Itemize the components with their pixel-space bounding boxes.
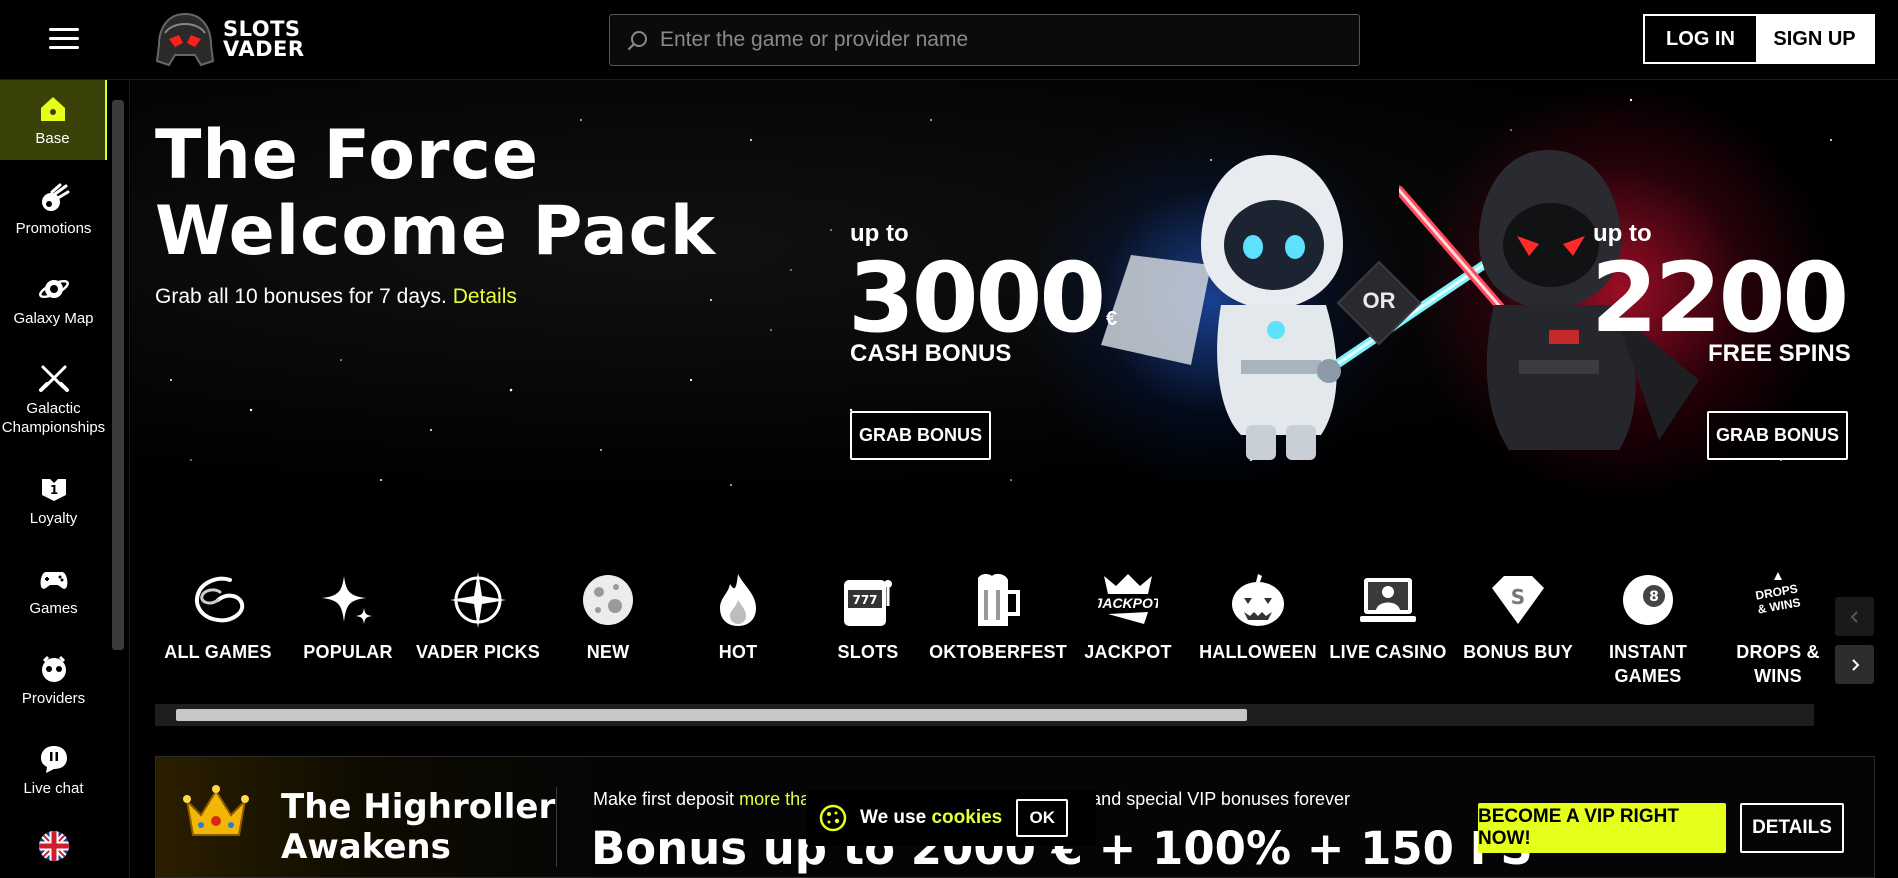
sidebar-item-language[interactable] [0, 818, 107, 878]
cookies-link[interactable]: cookies [931, 807, 1002, 828]
galaxy-swirl-icon [195, 576, 245, 623]
beer-mug-icon [978, 573, 1020, 626]
flame-icon [720, 574, 756, 626]
jackpot-crown-icon: JACKPOT [1098, 574, 1158, 624]
live-dealer-icon [1360, 578, 1416, 622]
loyalty-badge-icon: 1 [41, 478, 66, 501]
login-button[interactable]: LOG IN [1645, 16, 1756, 62]
hero-subtitle: Grab all 10 bonuses for 7 days. Details [155, 285, 517, 308]
drops-wins-icon: DROPS & WINS [1754, 572, 1802, 617]
become-vip-button[interactable]: BECOME A VIP RIGHT NOW! [1478, 803, 1726, 853]
svg-text:JACKPOT: JACKPOT [1098, 595, 1158, 611]
sidebar-item-providers[interactable]: Providers [0, 640, 107, 720]
search-input[interactable] [660, 15, 1340, 65]
sparkle-icon [322, 576, 372, 624]
right-offer-kind: FREE SPINS [1708, 340, 1851, 367]
gold-crown-icon [183, 785, 249, 836]
search-box[interactable] [609, 14, 1360, 66]
vip-title: The Highroller Awakens [281, 787, 556, 867]
hero-details-link[interactable]: Details [453, 285, 517, 308]
cookie-icon [819, 804, 847, 832]
category-popular[interactable]: POPULAR [283, 570, 413, 695]
game-categories-carousel: ALL GAMES POPULAR VADER PICKS NEW HOT 77… [131, 545, 1841, 695]
left-offer-currency: € [1106, 308, 1118, 330]
diamond-s-icon: S [1492, 576, 1544, 624]
welcome-hero-banner: The Force Welcome Pack Grab all 10 bonus… [131, 80, 1898, 500]
sidebar-item-live-chat[interactable]: Live chat [0, 730, 107, 810]
uk-flag-icon [38, 831, 69, 861]
chat-icon [40, 745, 67, 773]
sidebar-item-games[interactable]: Games [0, 550, 107, 630]
category-live-casino[interactable]: LIVE CASINO [1323, 570, 1453, 695]
category-drops-wins[interactable]: DROPS & WINS DROPS & WINS [1713, 570, 1843, 695]
category-oktoberfest[interactable]: OKTOBERFEST [929, 570, 1067, 695]
pumpkin-icon [1232, 574, 1284, 626]
logo-wordmark: SLOTS VADER [223, 17, 305, 61]
chevron-left-icon [1850, 610, 1858, 623]
sidebar-item-galactic-championships[interactable]: Galactic Championships [0, 350, 107, 450]
slot-machine-icon: 777 [844, 580, 892, 626]
svg-text:8: 8 [1649, 589, 1659, 605]
eight-ball-icon: 8 [1623, 575, 1673, 625]
cookie-notice: We use cookies OK [806, 790, 1096, 846]
top-header: SLOTS VADER LOG IN SIGN UP [0, 0, 1898, 80]
left-offer-kind: CASH BONUS [850, 340, 1012, 367]
providers-icon [41, 655, 66, 682]
sidebar-item-promotions[interactable]: Promotions [0, 170, 107, 250]
svg-text:S: S [1511, 585, 1525, 609]
compass-star-icon [450, 572, 506, 628]
gamepad-icon [40, 571, 67, 589]
signup-button[interactable]: SIGN UP [1756, 16, 1873, 62]
svg-text:1: 1 [49, 483, 57, 497]
grab-free-spins-button[interactable]: GRAB BONUS [1707, 411, 1848, 460]
vader-helmet-logo-icon [155, 12, 215, 67]
app-root: SLOTS VADER LOG IN SIGN UP Base [0, 0, 1898, 878]
or-label: OR [1362, 288, 1396, 313]
carousel-next-button[interactable] [1835, 645, 1874, 684]
carousel-prev-button[interactable] [1835, 597, 1874, 636]
cookie-text: We use cookies [860, 807, 1003, 828]
category-slots[interactable]: 777 SLOTS [803, 570, 933, 695]
comet-icon [41, 183, 69, 211]
category-hot[interactable]: HOT [673, 570, 803, 695]
left-offer-amount: 3000 [848, 242, 1106, 354]
auth-buttons: LOG IN SIGN UP [1643, 14, 1875, 64]
category-bonus-buy[interactable]: S BONUS BUY [1453, 570, 1583, 695]
category-halloween[interactable]: HALLOWEEN [1193, 570, 1323, 695]
right-offer-amount: 2200 [1591, 242, 1849, 354]
vip-divider [556, 787, 557, 867]
sidebar-item-base[interactable]: Base [0, 80, 107, 160]
svg-text:777: 777 [852, 593, 877, 607]
sidebar-item-loyalty[interactable]: 1 Loyalty [0, 460, 107, 540]
home-icon [40, 96, 65, 121]
category-jackpot[interactable]: JACKPOT JACKPOT [1063, 570, 1193, 695]
category-new[interactable]: NEW [543, 570, 673, 695]
menu-burger-icon[interactable] [49, 27, 79, 51]
hero-title: The Force Welcome Pack [155, 116, 717, 271]
crossed-swords-icon [38, 365, 69, 392]
moon-icon [583, 575, 633, 625]
sidebar: Base Promotions Galaxy Map Galactic Cham… [0, 80, 130, 878]
chevron-right-icon [1851, 658, 1859, 671]
grab-cash-bonus-button[interactable]: GRAB BONUS [850, 411, 991, 460]
category-all-games[interactable]: ALL GAMES [153, 570, 283, 695]
category-vader-picks[interactable]: VADER PICKS [413, 570, 543, 695]
category-instant-games[interactable]: 8 INSTANT GAMES [1583, 570, 1713, 695]
cookie-ok-button[interactable]: OK [1016, 799, 1069, 837]
categories-scroll-thumb[interactable] [176, 709, 1247, 721]
search-icon [627, 31, 647, 51]
vip-details-button[interactable]: DETAILS [1740, 803, 1844, 853]
sidebar-item-galaxy-map[interactable]: Galaxy Map [0, 260, 107, 340]
site-logo[interactable]: SLOTS VADER [155, 11, 325, 69]
sidebar-scrollbar[interactable] [112, 100, 124, 650]
planet-icon [38, 279, 69, 298]
